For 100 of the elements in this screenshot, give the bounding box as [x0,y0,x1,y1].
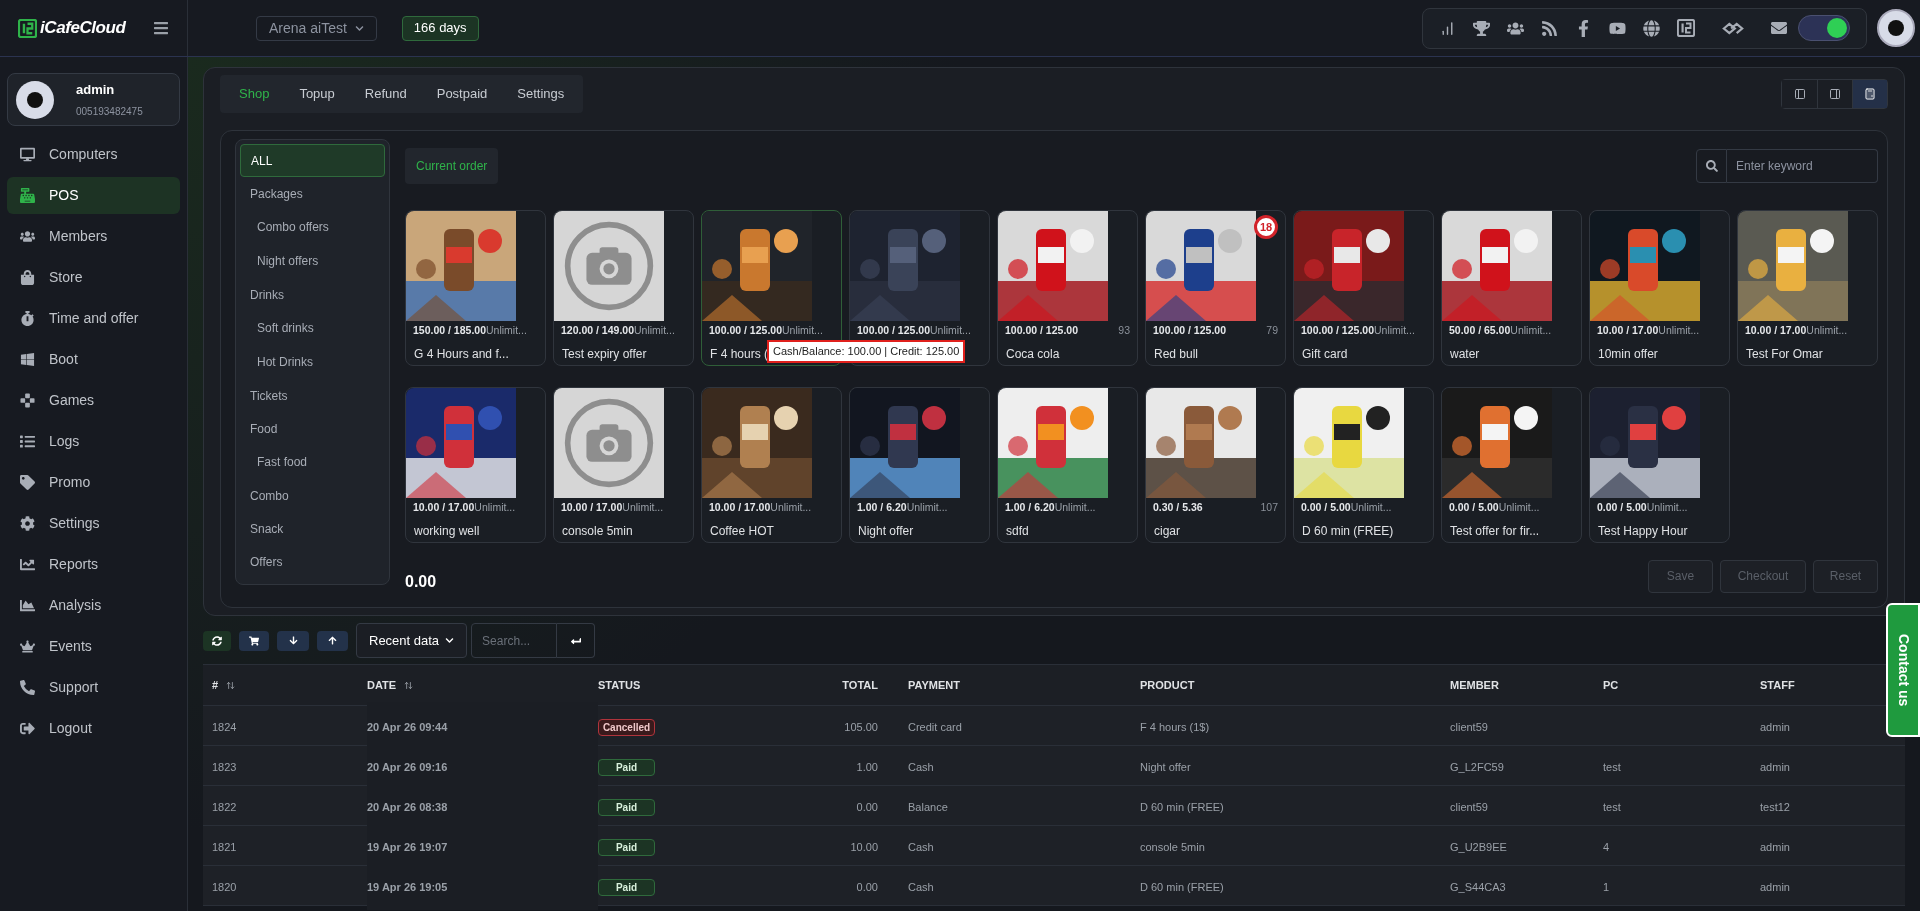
product-card[interactable]: 100.00 / 125.00Unlimit... Gift card [1293,210,1434,366]
history-search-field[interactable]: Search... [471,623,558,658]
category-item[interactable]: Tickets [240,379,385,412]
profile-card[interactable]: admin 005193482475 [7,73,180,126]
duration-text: Unlimit... [1806,323,1848,338]
category-item[interactable]: Hot Drinks [240,345,385,379]
toggle-switch[interactable] [1798,15,1850,41]
tab[interactable]: Refund [349,75,422,113]
table-cell: Cash [908,840,934,853]
sort-down-button[interactable] [277,630,309,651]
product-card[interactable]: 1.00 / 6.20Unlimit... Night offer [849,387,990,543]
price-text: 10.00 / 17.00 [561,500,623,515]
category-item[interactable]: Offers [240,545,385,578]
mail-icon[interactable] [1771,20,1787,36]
avatar[interactable] [1877,9,1915,47]
cart-button[interactable] [239,630,269,651]
nav-item[interactable]: Boot [7,341,180,378]
cart-icon [249,635,259,646]
product-card[interactable]: 10.00 / 17.00Unlimit... working well [405,387,546,543]
sort-icon[interactable] [226,680,236,690]
product-card[interactable]: 120.00 / 149.00Unlimit... Test expiry offer [553,210,694,366]
menu-icon[interactable] [153,20,169,36]
nav-item[interactable]: Logout [7,710,180,747]
category-item[interactable]: Fast food [240,445,385,479]
category-item[interactable]: ALL [240,144,385,177]
product-card[interactable]: 10.00 / 17.00Unlimit... Coffee HOT [701,387,842,543]
search-button[interactable] [1696,149,1727,183]
tab[interactable]: Postpaid [421,75,503,113]
product-card[interactable]: 10.00 / 17.00Unlimit... console 5min [553,387,694,543]
camera-icon [562,219,656,313]
chevron-down-icon [354,23,364,33]
tab[interactable]: Topup [284,75,350,113]
nav-item[interactable]: Events [7,628,180,665]
table-cell: test12 [1760,800,1790,813]
table-cell: 1821 [212,840,237,853]
product-card[interactable]: 150.00 / 185.00Unlimit... G 4 Hours and f... [405,210,546,366]
contact-us-tab[interactable]: Contact us [1886,603,1920,737]
category-item[interactable]: Night offers [240,244,385,278]
product-card[interactable]: 0.00 / 5.00Unlimit... D 60 min (FREE) [1293,387,1434,543]
product-card[interactable]: 0.00 / 5.00Unlimit... Test offer for fir... [1441,387,1582,543]
product-card[interactable]: 1.00 / 6.20Unlimit... sdfd [997,387,1138,543]
rss-icon[interactable] [1541,19,1558,37]
table-cell: 10.00 [850,840,878,853]
refresh-button[interactable] [203,630,231,651]
category-item[interactable]: Packages [240,177,385,210]
brand-logo-icon[interactable] [1677,19,1695,37]
product-card[interactable]: 18 100.00 / 125.00 79 Red bull [1145,210,1286,366]
product-name: G 4 Hours and f... [413,345,510,363]
product-card[interactable]: 50.00 / 65.00Unlimit... water [1441,210,1582,366]
venue-dropdown[interactable]: Arena aiTest [256,15,377,41]
column-header[interactable]: PRODUCT [1140,676,1195,694]
nav-item[interactable]: Reports [7,546,180,583]
category-item[interactable]: Combo offers [240,210,385,244]
globe-icon[interactable] [1643,19,1660,37]
nav-item[interactable]: Games [7,382,180,419]
current-order-button[interactable]: Current order [405,148,499,184]
column-header[interactable]: # [212,676,219,694]
category-item[interactable]: Combo [240,479,385,512]
product-card[interactable]: 10.00 / 17.00Unlimit... 10min offer [1589,210,1730,366]
table-cell: client59 [1450,800,1488,813]
tab[interactable]: Shop [224,75,285,113]
range-select[interactable]: Recent data [356,623,468,658]
category-item[interactable]: Food [240,412,385,445]
nav-item[interactable]: POS [7,177,180,214]
nav-item[interactable]: Support [7,669,180,706]
column-header[interactable]: PC [1603,676,1619,694]
status-badge: Cancelled [598,718,655,736]
product-card[interactable]: 0.00 / 5.00Unlimit... Test Happy Hour [1589,387,1730,543]
column-header[interactable]: PAYMENT [908,676,960,694]
nav-item[interactable]: Time and offer [7,300,180,337]
nav-item[interactable]: Settings [7,505,180,542]
product-card[interactable]: 100.00 / 125.00 93 Coca cola [997,210,1138,366]
nav-item[interactable]: Logs [7,423,180,460]
nav-item[interactable]: Computers [7,136,180,173]
enter-button[interactable] [557,623,596,658]
sort-up-button[interactable] [317,630,348,651]
product-name: Test offer for fir... [1449,522,1541,540]
trophy-icon[interactable] [1473,19,1490,37]
product-card[interactable]: 10.00 / 17.00Unlimit... Test For Omar [1737,210,1878,366]
tab[interactable]: Settings [502,75,580,113]
table-cell: Cash [908,880,934,893]
chevrons-icon[interactable] [1722,21,1744,35]
column-header[interactable]: STATUS [598,676,641,694]
keyword-field[interactable]: Enter keyword [1727,149,1878,183]
category-item[interactable]: Snack [240,512,385,545]
nav-item[interactable]: Store [7,259,180,296]
category-item[interactable]: Soft drinks [240,311,385,345]
product-card[interactable]: 0.30 / 5.36 107 cigar [1145,387,1286,543]
area-chart-icon [20,598,35,613]
column-header[interactable]: DATE [367,676,397,694]
nav-item[interactable]: Analysis [7,587,180,624]
column-header[interactable]: STAFF [1760,676,1795,694]
column-header[interactable]: MEMBER [1450,676,1499,694]
nav-item[interactable]: Members [7,218,180,255]
category-item[interactable]: Drinks [240,278,385,311]
sort-icon[interactable] [404,680,414,690]
tooltip: Cash/Balance: 100.00 | Credit: 125.00 [767,340,966,363]
nav-item[interactable]: Promo [7,464,180,501]
column-header[interactable]: TOTAL [842,676,878,694]
view-button[interactable] [1852,80,1887,108]
